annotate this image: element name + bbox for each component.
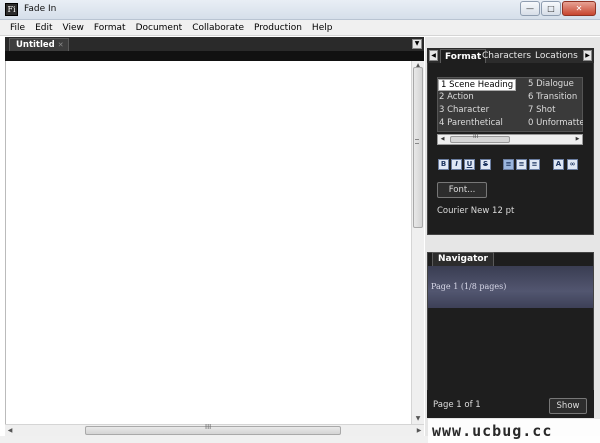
list-item-scene-heading[interactable]: 1 Scene Heading xyxy=(438,79,517,91)
scroll-left-arrow-icon[interactable]: ◀ xyxy=(5,425,15,436)
menu-collaborate[interactable]: Collaborate xyxy=(187,20,249,35)
menu-help[interactable]: Help xyxy=(307,20,338,35)
list-item-parenthetical[interactable]: 4 Parenthetical xyxy=(439,118,503,128)
scroll-right-arrow-icon[interactable]: ▶ xyxy=(573,135,582,144)
underline-button[interactable]: U xyxy=(464,159,475,170)
title-bar: Fi Fade In — □ ✕ xyxy=(0,0,600,20)
link-icon[interactable]: ∞ xyxy=(567,159,578,170)
scroll-thumb[interactable] xyxy=(413,67,423,228)
editor-horizontal-scrollbar[interactable]: ◀ III ▶ xyxy=(5,423,424,436)
menu-production[interactable]: Production xyxy=(249,20,307,35)
page-status: Page 1 of 1 xyxy=(433,400,481,410)
document-tab-bar: Untitled ✕ ▼ xyxy=(5,37,424,51)
chevron-right-icon[interactable]: ▶ xyxy=(583,50,592,61)
show-button[interactable]: Show xyxy=(549,398,587,414)
chevron-left-icon[interactable]: ◀ xyxy=(429,50,438,61)
align-center-icon[interactable]: ≡ xyxy=(516,159,527,170)
scroll-thumb[interactable] xyxy=(85,426,341,435)
tab-label: Untitled xyxy=(16,40,55,50)
navigator-page-summary: Page 1 (1/8 pages) xyxy=(431,282,507,291)
scroll-left-arrow-icon[interactable]: ◀ xyxy=(438,135,447,144)
elements-list-scrollbar[interactable]: ◀ III ▶ xyxy=(437,133,583,145)
menu-file[interactable]: File xyxy=(5,20,30,35)
tab-untitled[interactable]: Untitled ✕ xyxy=(9,38,69,51)
menu-edit[interactable]: Edit xyxy=(30,20,57,35)
script-editor-page[interactable] xyxy=(5,61,411,424)
align-right-icon[interactable]: ≡ xyxy=(529,159,540,170)
tab-navigator[interactable]: Navigator xyxy=(432,252,494,266)
scroll-grip: III xyxy=(473,133,479,140)
list-item-transition[interactable]: 6 Transition xyxy=(528,92,577,102)
bold-button[interactable]: B xyxy=(438,159,449,170)
window-controls: — □ ✕ xyxy=(520,1,596,16)
menu-view[interactable]: View xyxy=(58,20,89,35)
menu-document[interactable]: Document xyxy=(131,20,188,35)
minimize-button[interactable]: — xyxy=(520,1,540,16)
list-item-dialogue[interactable]: 5 Dialogue xyxy=(528,79,574,89)
chevron-down-icon[interactable]: ▼ xyxy=(412,39,422,49)
menu-format[interactable]: Format xyxy=(89,20,131,35)
scroll-grip: III xyxy=(205,423,212,431)
editor-vertical-scrollbar[interactable]: ▲ ▼ xyxy=(411,61,424,424)
scroll-grip-icon xyxy=(415,139,419,144)
current-font-label: Courier New 12 pt xyxy=(437,206,515,216)
align-left-icon[interactable]: ≡ xyxy=(503,159,514,170)
strikethrough-button[interactable]: S xyxy=(480,159,491,170)
ruler-strip xyxy=(5,51,424,61)
text-case-icon[interactable]: A xyxy=(553,159,564,170)
tab-characters[interactable]: Characters xyxy=(478,49,535,63)
menu-bar: File Edit View Format Document Collabora… xyxy=(0,20,600,36)
close-icon[interactable]: ✕ xyxy=(58,41,64,49)
list-item-shot[interactable]: 7 Shot xyxy=(528,105,555,115)
close-button[interactable]: ✕ xyxy=(562,1,596,16)
list-item-unformatted[interactable]: 0 Unformatted xyxy=(528,118,583,128)
font-button[interactable]: Font... xyxy=(437,182,487,198)
scroll-right-arrow-icon[interactable]: ▶ xyxy=(414,425,424,436)
window-title: Fade In xyxy=(24,4,57,14)
format-panel-tabs: ◀ Format Characters Locations ▶ xyxy=(427,48,594,63)
watermark: www.ucbug.cc xyxy=(428,419,600,443)
tab-locations[interactable]: Locations xyxy=(531,49,582,63)
scroll-down-arrow-icon[interactable]: ▼ xyxy=(412,414,424,424)
maximize-button[interactable]: □ xyxy=(541,1,561,16)
italic-button[interactable]: I xyxy=(451,159,462,170)
list-item-action[interactable]: 2 Action xyxy=(439,92,474,102)
fade-in-app-icon: Fi xyxy=(5,3,18,16)
scroll-thumb[interactable] xyxy=(450,136,510,143)
list-item-character[interactable]: 3 Character xyxy=(439,105,489,115)
